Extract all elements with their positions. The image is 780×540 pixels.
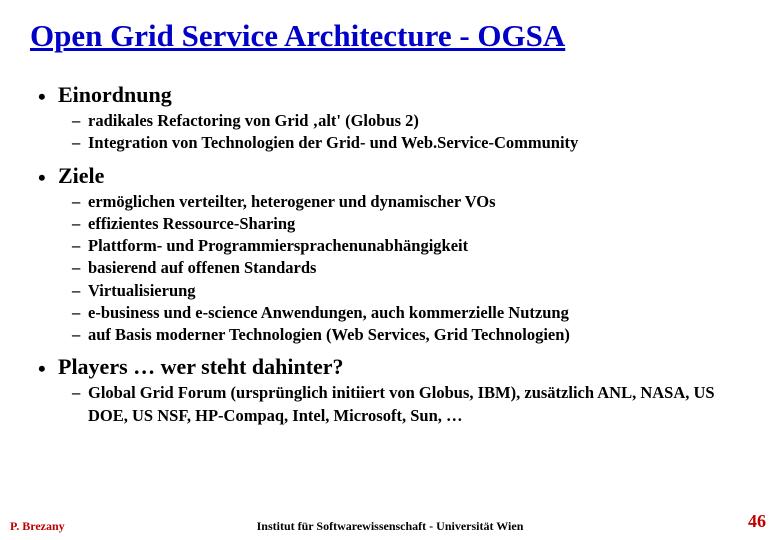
- list-item: Global Grid Forum (ursprünglich initiier…: [72, 382, 750, 427]
- section-ziele: Ziele ermöglichen verteilter, heterogene…: [38, 163, 750, 347]
- main-list: Einordnung radikales Refactoring von Gri…: [30, 82, 750, 427]
- list-item: Plattform- und Programmiersprachenunabhä…: [72, 235, 750, 257]
- sub-list: Global Grid Forum (ursprünglich initiier…: [58, 382, 750, 427]
- list-item: ermöglichen verteilter, heterogener und …: [72, 191, 750, 213]
- sub-list: radikales Refactoring von Grid ‚alt' (Gl…: [58, 110, 750, 155]
- section-heading: Players … wer steht dahinter?: [58, 354, 344, 379]
- list-item: e-business und e-science Anwendungen, au…: [72, 302, 750, 324]
- list-item: basierend auf offenen Standards: [72, 257, 750, 279]
- section-heading: Ziele: [58, 163, 104, 188]
- section-players: Players … wer steht dahinter? Global Gri…: [38, 354, 750, 427]
- section-heading: Einordnung: [58, 82, 172, 107]
- list-item: auf Basis moderner Technologien (Web Ser…: [72, 324, 750, 346]
- slide-title: Open Grid Service Architecture - OGSA: [30, 18, 750, 54]
- list-item: Integration von Technologien der Grid- u…: [72, 132, 750, 154]
- section-einordnung: Einordnung radikales Refactoring von Gri…: [38, 82, 750, 155]
- sub-list: ermöglichen verteilter, heterogener und …: [58, 191, 750, 347]
- footer-page-number: 46: [748, 511, 766, 532]
- list-item: Virtualisierung: [72, 280, 750, 302]
- list-item: effizientes Ressource-Sharing: [72, 213, 750, 235]
- list-item: radikales Refactoring von Grid ‚alt' (Gl…: [72, 110, 750, 132]
- footer-institute: Institut für Softwarewissenschaft - Univ…: [0, 519, 780, 534]
